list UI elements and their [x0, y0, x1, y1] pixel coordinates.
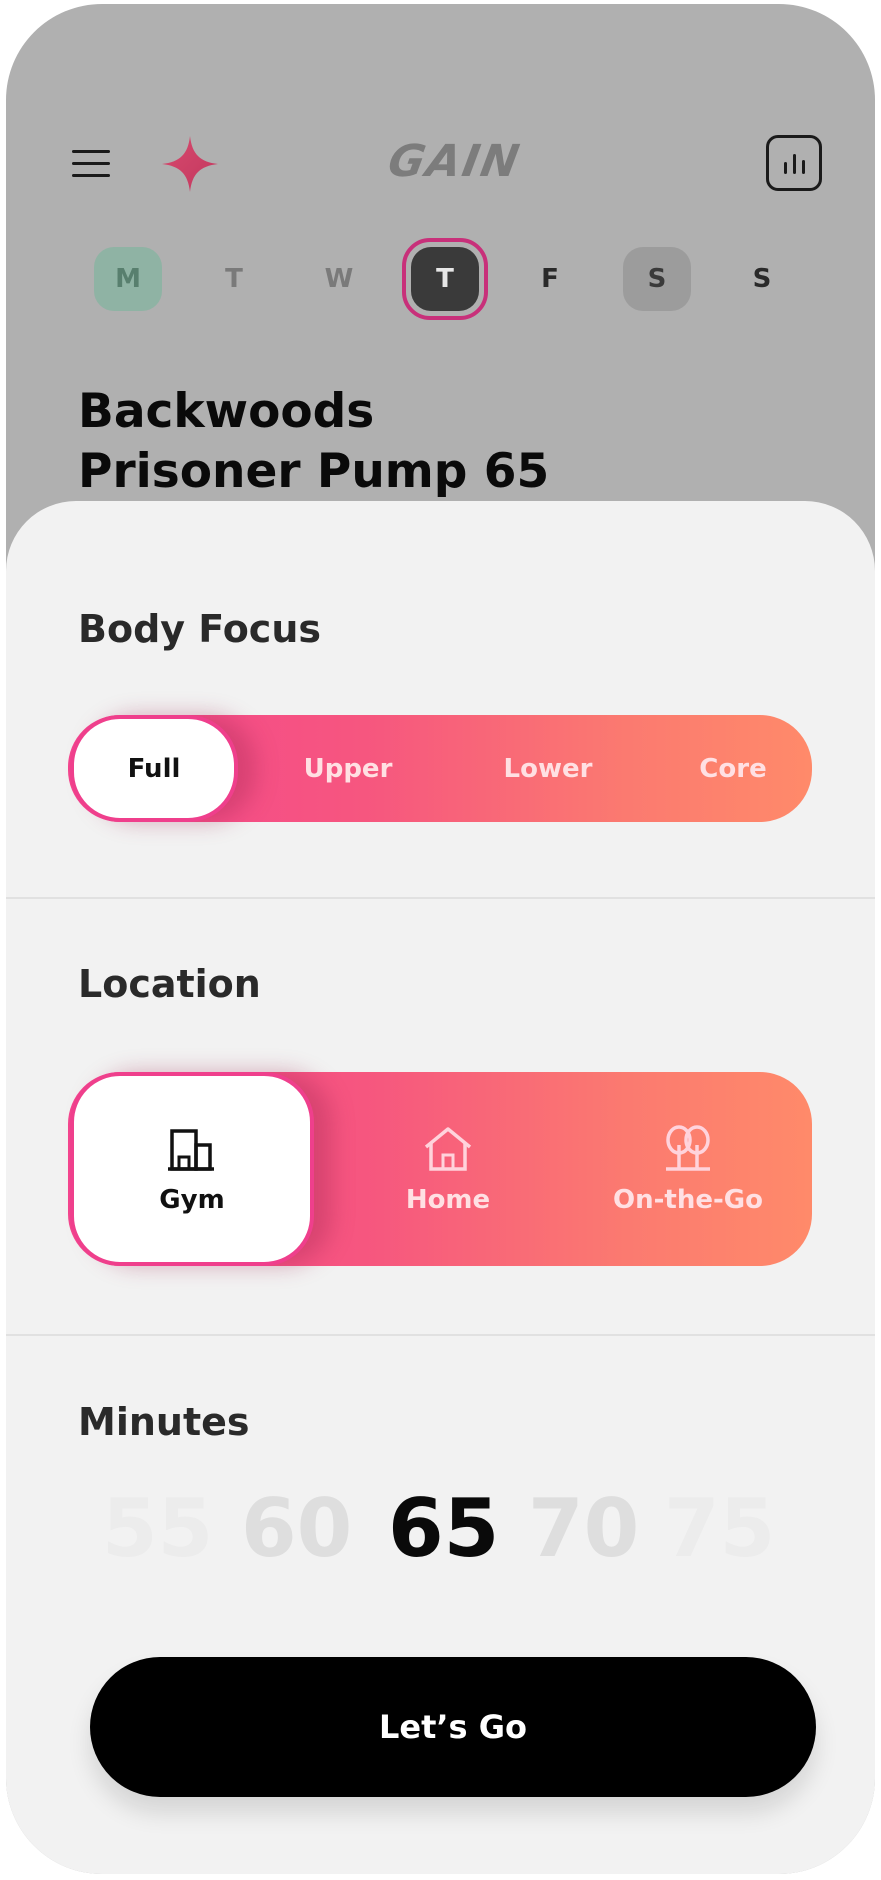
lets-go-button[interactable]: Let’s Go [90, 1657, 816, 1797]
day-monday[interactable]: M [94, 247, 162, 311]
app-logo: GAIN [384, 136, 525, 187]
day-friday[interactable]: F [516, 247, 584, 311]
bar-chart-icon[interactable] [766, 135, 822, 191]
location-on-the-go[interactable]: On-the-Go [568, 1072, 808, 1266]
divider [6, 1334, 875, 1336]
trees-icon [666, 1125, 710, 1171]
minutes-option-75[interactable]: 75 [664, 1482, 775, 1575]
minutes-option-70[interactable]: 70 [528, 1482, 639, 1575]
location-gym-label: Gym [159, 1185, 225, 1215]
location-home[interactable]: Home [328, 1072, 568, 1266]
day-thursday-today[interactable]: T [402, 238, 488, 320]
workout-title-line1: Backwoods [78, 384, 375, 439]
day-sunday[interactable]: S [728, 247, 796, 311]
hamburger-menu-icon[interactable] [72, 147, 116, 181]
location-home-label: Home [405, 1185, 491, 1215]
location-selector: Gym Home On-the-Go [68, 1072, 812, 1266]
location-gym[interactable]: Gym [70, 1072, 314, 1266]
minutes-option-65-selected[interactable]: 65 [388, 1482, 499, 1575]
body-focus-upper-label: Upper [303, 753, 393, 784]
app-screen: GAIN M T W T F S S Backwoods Prisoner Pu… [6, 4, 875, 1874]
minutes-option-55[interactable]: 55 [102, 1482, 213, 1575]
day-tuesday[interactable]: T [200, 247, 268, 311]
body-focus-full-label: Full [127, 753, 181, 784]
sparkle-icon[interactable] [160, 134, 220, 194]
body-focus-core[interactable]: Core [648, 715, 818, 822]
minutes-title: Minutes [78, 1400, 250, 1444]
day-saturday[interactable]: S [623, 247, 691, 311]
body-focus-title: Body Focus [78, 607, 321, 651]
location-on-the-go-label: On-the-Go [613, 1185, 763, 1215]
gym-building-icon [168, 1129, 214, 1171]
divider [6, 897, 875, 899]
house-icon [424, 1127, 472, 1171]
body-focus-lower-label: Lower [503, 753, 593, 784]
body-focus-selector: Full Upper Lower Core [68, 715, 812, 822]
body-focus-lower[interactable]: Lower [458, 715, 638, 822]
minutes-option-60[interactable]: 60 [241, 1482, 352, 1575]
day-wednesday[interactable]: W [305, 247, 373, 311]
body-focus-upper[interactable]: Upper [258, 715, 438, 822]
body-focus-core-label: Core [699, 753, 767, 784]
body-focus-full[interactable]: Full [70, 715, 238, 822]
workout-title-line2: Prisoner Pump 65 [78, 444, 550, 499]
location-title: Location [78, 962, 261, 1006]
workout-title: Backwoods Prisoner Pump 65 [78, 382, 698, 502]
